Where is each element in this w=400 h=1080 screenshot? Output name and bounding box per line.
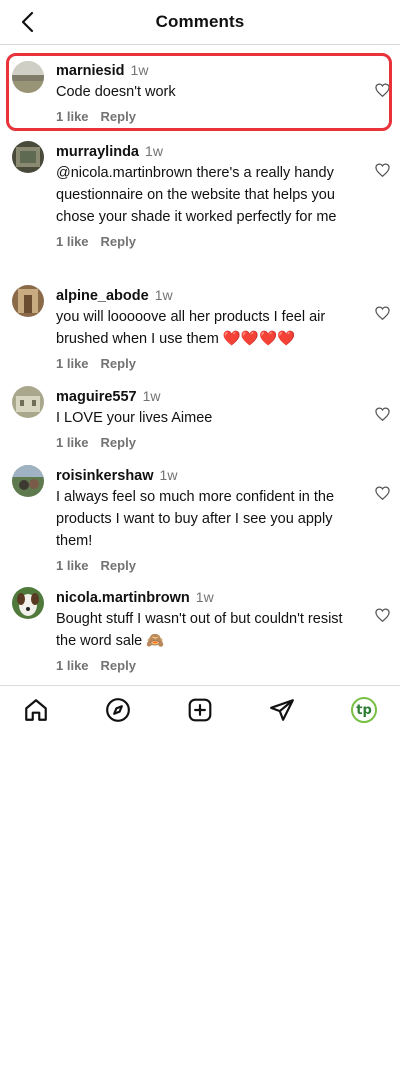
like-button[interactable] — [372, 405, 392, 423]
like-button[interactable] — [372, 304, 392, 322]
comment-username[interactable]: roisinkershaw — [56, 468, 154, 484]
bottom-nav: tp — [0, 685, 400, 734]
profile-avatar: tp — [351, 697, 377, 723]
avatar[interactable] — [12, 386, 44, 418]
home-icon — [25, 699, 47, 721]
comment-username[interactable]: maguire557 — [56, 389, 137, 405]
like-count[interactable]: 1 like — [56, 558, 89, 573]
reply-button[interactable]: Reply — [101, 356, 136, 371]
comment-text: I LOVE your lives Aimee — [56, 410, 213, 426]
like-count[interactable]: 1 like — [56, 109, 89, 124]
avatar[interactable] — [12, 587, 44, 619]
comment-text: @nicola.martinbrown there's a really han… — [56, 165, 337, 225]
heart-icon — [374, 83, 390, 97]
nav-create[interactable] — [186, 696, 214, 724]
reply-button[interactable]: Reply — [101, 234, 136, 249]
heart-icon — [374, 608, 390, 622]
reply-button[interactable]: Reply — [101, 658, 136, 673]
comment-username[interactable]: murraylinda — [56, 144, 139, 160]
heart-icon — [374, 407, 390, 421]
like-button[interactable] — [372, 606, 392, 624]
comment-time: 1w — [142, 388, 161, 404]
comment-text: I always feel so much more confident in … — [56, 489, 335, 549]
comment-username[interactable]: alpine_abode — [56, 288, 149, 304]
comment-time: 1w — [130, 62, 149, 78]
comment-username[interactable]: marniesid — [56, 63, 125, 79]
nav-messages[interactable] — [268, 696, 296, 724]
like-count[interactable]: 1 like — [56, 356, 89, 371]
nav-profile[interactable]: tp — [350, 696, 378, 724]
comment-time: 1w — [195, 589, 214, 605]
reply-button[interactable]: Reply — [101, 435, 136, 450]
comment-time: 1w — [154, 287, 173, 303]
avatar[interactable] — [12, 465, 44, 497]
comment-time: 1w — [159, 467, 178, 483]
nav-home[interactable] — [22, 696, 50, 724]
header-bar: Comments — [0, 0, 400, 45]
like-count[interactable]: 1 like — [56, 658, 89, 673]
like-count[interactable]: 1 like — [56, 234, 89, 249]
avatar[interactable] — [12, 141, 44, 173]
heart-icon — [374, 306, 390, 320]
heart-icon — [374, 486, 390, 500]
compass-icon — [106, 698, 130, 722]
like-button[interactable] — [372, 161, 392, 179]
like-button[interactable] — [372, 81, 392, 99]
comment-text: Code doesn't work — [56, 84, 176, 100]
page-title: Comments — [155, 12, 245, 31]
comment-time: 1w — [145, 143, 163, 159]
send-icon — [270, 699, 294, 721]
like-button[interactable] — [372, 484, 392, 502]
reply-button[interactable]: Reply — [101, 109, 136, 124]
avatar[interactable] — [12, 285, 44, 317]
like-count[interactable]: 1 like — [56, 435, 89, 450]
comment-text: Bought stuff I wasn't out of but couldn'… — [56, 611, 343, 649]
reply-button[interactable]: Reply — [101, 558, 136, 573]
nav-explore[interactable] — [104, 696, 132, 724]
heart-icon — [374, 163, 390, 177]
avatar[interactable] — [12, 61, 44, 93]
comment-username[interactable]: nicola.martinbrown — [56, 590, 190, 606]
add-post-icon — [188, 698, 212, 722]
comment-text: you will looooove all her products I fee… — [56, 309, 326, 347]
